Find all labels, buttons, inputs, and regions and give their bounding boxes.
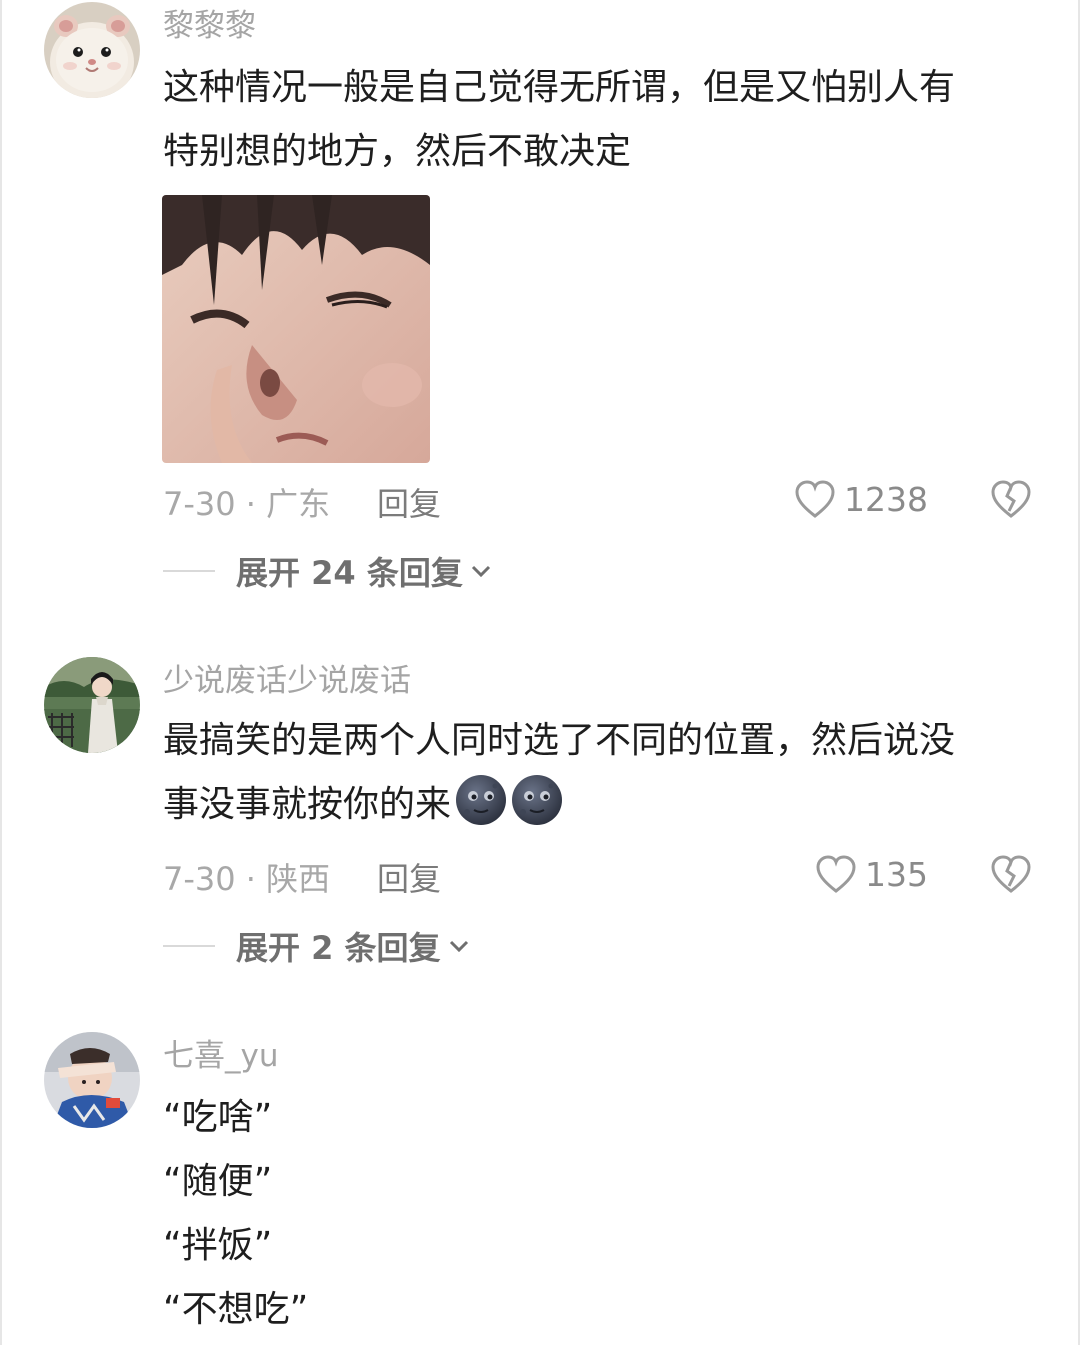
expand-label: 展开 24 条回复: [236, 554, 463, 592]
heart-icon[interactable]: [815, 854, 857, 894]
girl-garden-avatar[interactable]: [44, 657, 140, 753]
like-button[interactable]: 135: [815, 850, 928, 898]
comment-line: “随便”: [163, 1161, 273, 1202]
new-moon-face-icon: [455, 774, 507, 826]
like-count: 135: [865, 854, 928, 894]
reply-button[interactable]: 回复: [377, 854, 441, 900]
chevron-down-icon: [449, 939, 469, 953]
comment-text: 最搞笑的是两个人同时选了不同的位置，然后说没 事没事就按你的来: [163, 709, 1043, 837]
comment-meta: 7-30 · 广东 回复 1238: [0, 475, 1080, 523]
expand-replies: 展开 24 条回复: [0, 546, 1080, 594]
hamster-avatar[interactable]: [44, 2, 140, 98]
comment-line: “吃啥”: [163, 1097, 273, 1138]
username[interactable]: 七喜_yu: [163, 1036, 279, 1076]
reply-button[interactable]: 回复: [377, 479, 441, 525]
comment-text: 这种情况一般是自己觉得无所谓，但是又怕别人有 特别想的地方，然后不敢决定: [163, 56, 1043, 184]
like-count: 1238: [844, 479, 928, 519]
child-face-sticker[interactable]: [162, 195, 430, 463]
comment-line: “不想吃”: [163, 1289, 309, 1330]
date-location: 7-30 · 广东: [163, 485, 331, 523]
comment-line-text: 事没事就按你的来: [163, 784, 452, 825]
comment-line: 事没事就按你的来: [163, 773, 1043, 837]
kid-photo-avatar[interactable]: [44, 1032, 140, 1128]
broken-heart-icon[interactable]: [990, 479, 1032, 519]
like-button[interactable]: 1238: [794, 475, 928, 523]
comment-text: “吃啥” “随便” “拌饭” “不想吃”: [163, 1086, 1043, 1342]
expand-replies-button[interactable]: 展开 2 条回复: [236, 923, 469, 969]
left-edge: [0, 0, 2, 1345]
expand-replies-button[interactable]: 展开 24 条回复: [236, 548, 491, 594]
new-moon-face-icon: [511, 774, 563, 826]
username[interactable]: 黎黎黎: [163, 6, 256, 46]
expand-replies: 展开 2 条回复: [0, 921, 1080, 969]
broken-heart-icon[interactable]: [990, 854, 1032, 894]
divider: [163, 945, 215, 947]
comment-line: “拌饭”: [163, 1225, 273, 1266]
comment-line: 最搞笑的是两个人同时选了不同的位置，然后说没: [163, 720, 956, 761]
username[interactable]: 少说废话少说废话: [163, 661, 411, 701]
heart-icon[interactable]: [794, 479, 836, 519]
chevron-down-icon: [471, 564, 491, 578]
comment-line: 这种情况一般是自己觉得无所谓，但是又怕别人有: [163, 67, 956, 108]
date-location: 7-30 · 陕西: [163, 860, 331, 898]
expand-label: 展开 2 条回复: [236, 929, 441, 967]
comment-meta: 7-30 · 陕西 回复 135: [0, 850, 1080, 898]
comment-line: 特别想的地方，然后不敢决定: [163, 131, 632, 172]
divider: [163, 570, 215, 572]
